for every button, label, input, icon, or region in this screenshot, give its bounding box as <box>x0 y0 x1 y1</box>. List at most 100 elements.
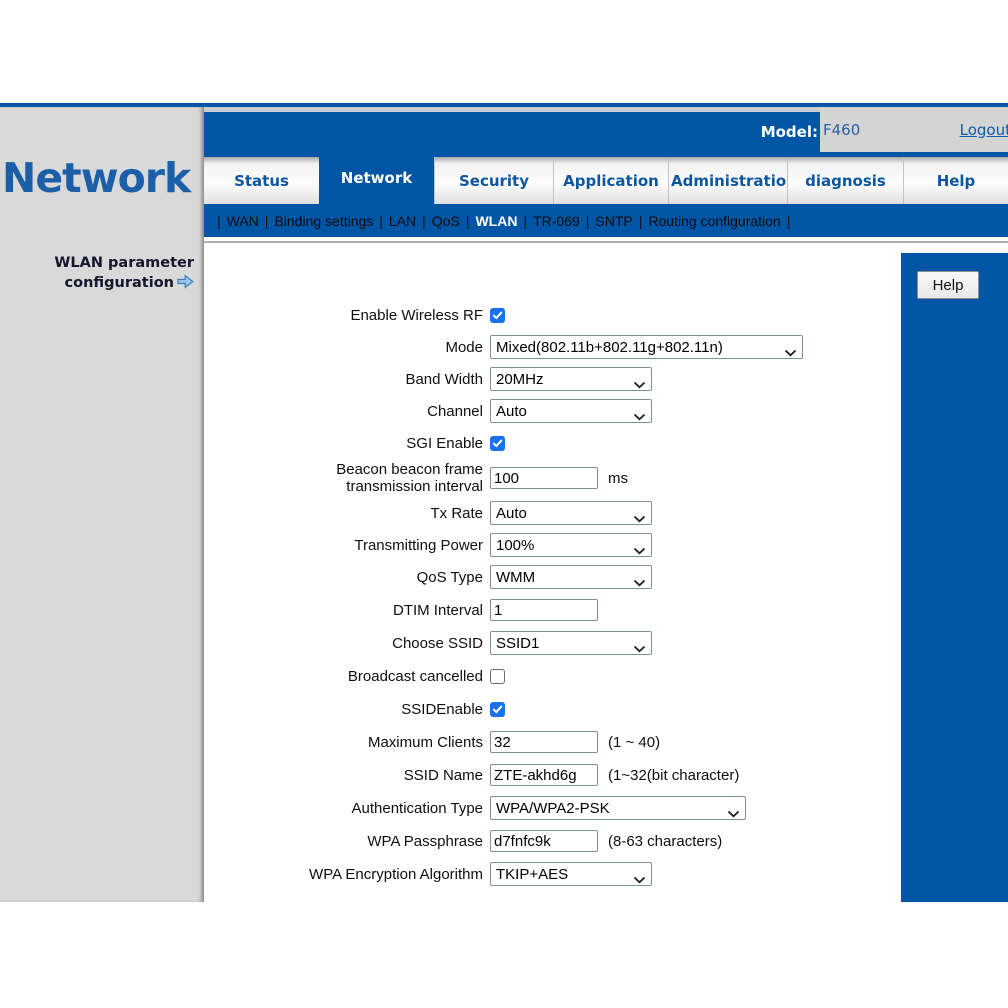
sidebar-item-label-line1: WLAN parameter <box>54 255 194 271</box>
beacon-interval-input[interactable] <box>490 467 598 489</box>
main-tabs: Status Network Security Application Admi… <box>204 152 1008 204</box>
field-label: DTIM Interval <box>210 602 483 619</box>
mode-select[interactable]: Mixed(802.11b+802.11g+802.11n) <box>490 335 803 359</box>
chevron-down-icon <box>634 510 645 525</box>
tx-rate-select[interactable]: Auto <box>490 501 652 525</box>
subnav-separator: | <box>586 213 590 229</box>
subnav-item-routing-configuration[interactable]: Routing configuration <box>648 213 780 229</box>
tab-application[interactable]: Application <box>553 157 668 204</box>
sidebar <box>0 107 204 902</box>
form-row: QoS Type WMM <box>210 561 900 593</box>
form-row: Maximum Clients (1 ~ 40) <box>210 726 900 758</box>
choose-ssid-select[interactable]: SSID1 <box>490 631 652 655</box>
chevron-down-icon <box>634 376 645 391</box>
form-row: SSID Name (1~32(bit character) <box>210 759 900 791</box>
form-row: Channel Auto <box>210 395 900 427</box>
dtim-interval-input[interactable] <box>490 599 598 621</box>
field-label: WPA Passphrase <box>210 833 483 850</box>
field-label: Transmitting Power <box>210 537 483 554</box>
subnav: | WAN | Binding settings | LAN | QoS | W… <box>204 204 1008 237</box>
chevron-down-icon <box>634 640 645 655</box>
field-hint: (1 ~ 40) <box>608 734 660 751</box>
tab-help[interactable]: Help <box>903 157 1008 204</box>
enable-wireless-rf-checkbox[interactable] <box>490 308 505 323</box>
field-label: SSID Name <box>210 767 483 784</box>
form-row: Transmitting Power 100% <box>210 529 900 561</box>
sidebar-item-label-line2: configuration <box>65 275 174 291</box>
wpa-passphrase-input[interactable] <box>490 830 598 852</box>
form-row: Broadcast cancelled <box>210 660 900 692</box>
help-panel: Help <box>901 253 1008 902</box>
form-row: Tx Rate Auto <box>210 497 900 529</box>
logout-bar: F460 Logout <box>820 107 1008 152</box>
tab-status[interactable]: Status <box>204 157 319 204</box>
field-label: Enable Wireless RF <box>210 307 483 324</box>
ssid-name-input[interactable] <box>490 764 598 786</box>
model-label: Model: <box>761 123 818 141</box>
subnav-item-qos[interactable]: QoS <box>432 213 460 229</box>
chevron-down-icon <box>634 574 645 589</box>
form-row: SGI Enable <box>210 427 900 459</box>
form-row: Authentication Type WPA/WPA2-PSK <box>210 792 900 824</box>
authentication-type-select[interactable]: WPA/WPA2-PSK <box>490 796 746 820</box>
sidebar-item-wlan-parameter-configuration[interactable]: WLAN parameter configuration <box>0 253 194 293</box>
subnav-item-binding-settings[interactable]: Binding settings <box>274 213 373 229</box>
ssid-enable-checkbox[interactable] <box>490 702 505 717</box>
form-row: WPA Passphrase (8-63 characters) <box>210 825 900 857</box>
maximum-clients-input[interactable] <box>490 731 598 753</box>
field-label: Band Width <box>210 371 483 388</box>
wlan-settings-form: Enable Wireless RF Mode Mixed(802.11b+80… <box>210 243 900 890</box>
logout-link[interactable]: Logout <box>960 121 1008 139</box>
chevron-down-icon <box>634 542 645 557</box>
field-hint: (8-63 characters) <box>608 833 722 850</box>
field-label: SGI Enable <box>210 435 483 452</box>
form-row: SSIDEnable <box>210 693 900 725</box>
tab-security[interactable]: Security <box>434 157 553 204</box>
chevron-down-icon <box>785 344 796 359</box>
field-label: Channel <box>210 403 483 420</box>
tab-diagnosis[interactable]: diagnosis <box>787 157 903 204</box>
field-hint: (1~32(bit character) <box>608 767 739 784</box>
subnav-separator: | <box>265 213 269 229</box>
sgi-enable-checkbox[interactable] <box>490 436 505 451</box>
form-row: Band Width 20MHz <box>210 363 900 395</box>
band-width-select[interactable]: 20MHz <box>490 367 652 391</box>
subnav-separator: | <box>639 213 643 229</box>
subnav-separator: | <box>787 213 791 229</box>
subnav-item-wlan[interactable]: WLAN <box>475 213 517 229</box>
tab-administration[interactable]: Administration <box>668 157 787 204</box>
channel-select[interactable]: Auto <box>490 399 652 423</box>
qos-type-select[interactable]: WMM <box>490 565 652 589</box>
help-button[interactable]: Help <box>917 271 979 299</box>
chevron-down-icon <box>728 805 739 820</box>
field-unit: ms <box>608 470 628 487</box>
broadcast-cancelled-checkbox[interactable] <box>490 669 505 684</box>
field-label: Tx Rate <box>210 505 483 522</box>
subnav-item-tr069[interactable]: TR-069 <box>533 213 580 229</box>
field-label: Authentication Type <box>210 800 483 817</box>
subnav-separator: | <box>523 213 527 229</box>
page-title: Network <box>2 150 204 206</box>
chevron-down-icon <box>634 408 645 423</box>
subnav-separator: | <box>379 213 383 229</box>
subnav-item-sntp[interactable]: SNTP <box>595 213 632 229</box>
subnav-separator: | <box>422 213 426 229</box>
blue-right-arrow-icon <box>174 275 194 291</box>
form-row: Mode Mixed(802.11b+802.11g+802.11n) <box>210 331 900 363</box>
form-row: DTIM Interval <box>210 594 900 626</box>
subnav-item-lan[interactable]: LAN <box>389 213 416 229</box>
tab-network[interactable]: Network <box>319 152 434 204</box>
field-label: WPA Encryption Algorithm <box>210 866 483 883</box>
field-label: QoS Type <box>210 569 483 586</box>
field-label: Beacon beacon frametransmission interval <box>210 461 483 495</box>
wpa-encryption-algorithm-select[interactable]: TKIP+AES <box>490 862 652 886</box>
form-row: WPA Encryption Algorithm TKIP+AES <box>210 858 900 890</box>
model-value: F460 <box>823 121 860 139</box>
form-row: Choose SSID SSID1 <box>210 627 900 659</box>
form-row: Beacon beacon frametransmission interval… <box>210 459 900 497</box>
transmitting-power-select[interactable]: 100% <box>490 533 652 557</box>
field-label: Mode <box>210 339 483 356</box>
subnav-item-wan[interactable]: WAN <box>227 213 259 229</box>
form-row: Enable Wireless RF <box>210 299 900 331</box>
model-header: Model: <box>204 112 820 152</box>
